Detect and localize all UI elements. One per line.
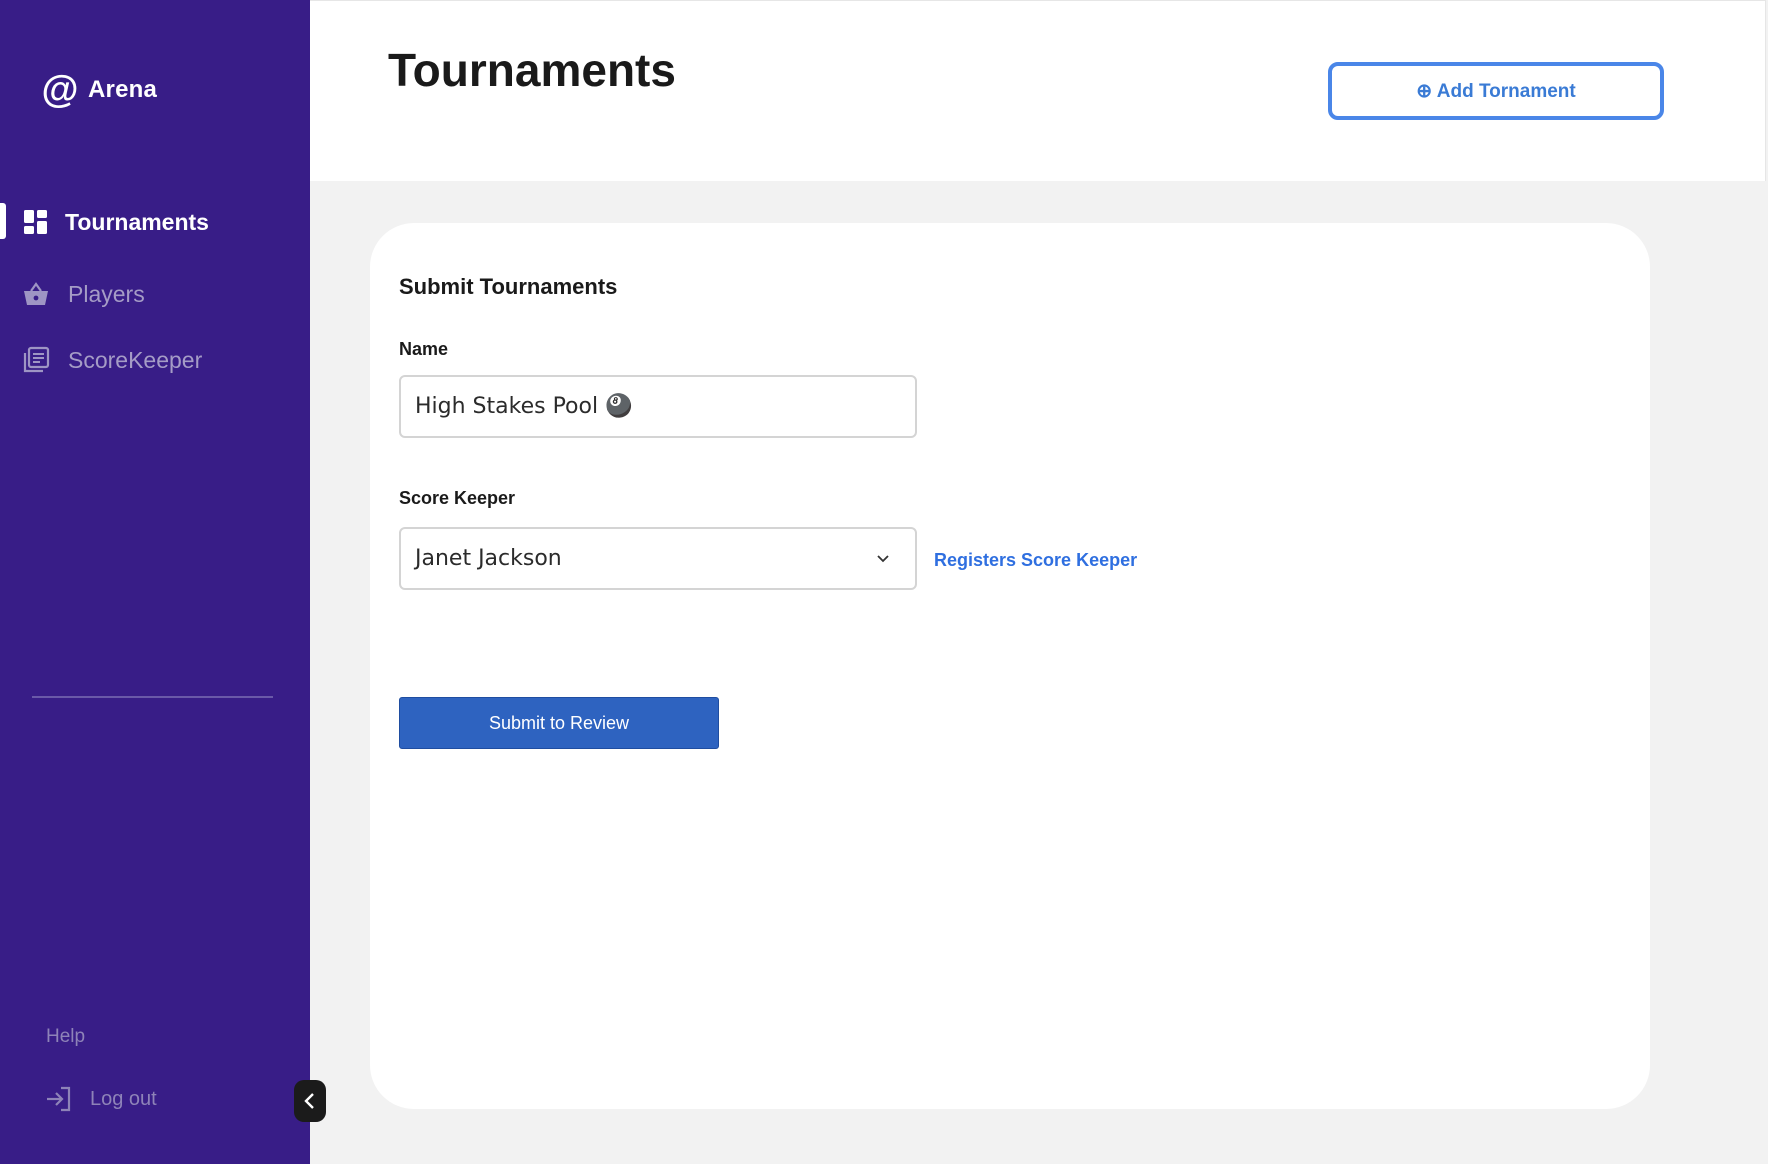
page-title: Tournaments	[388, 44, 676, 96]
dashboard-icon	[24, 210, 47, 234]
submit-tournament-card: Submit Tournaments Name High Stakes Pool…	[370, 223, 1650, 1109]
app-root: @ Arena Tournaments Players ScoreKeeper …	[0, 0, 1768, 1164]
score-keeper-selected-value: Janet Jackson	[415, 546, 562, 571]
sidebar-item-scorekeeper[interactable]: ScoreKeeper	[0, 337, 310, 383]
logout-button[interactable]: Log out	[44, 1084, 157, 1114]
basket-icon	[24, 282, 48, 305]
name-label: Name	[399, 339, 449, 359]
page-header: Tournaments ⊕ Add Tornament	[310, 0, 1766, 181]
app-logo[interactable]: @ Arena	[41, 69, 158, 111]
sidebar-item-tournaments[interactable]: Tournaments	[0, 199, 310, 245]
library-icon	[23, 346, 50, 373]
sidebar-item-players[interactable]: Players	[0, 271, 310, 317]
logout-icon	[47, 1086, 71, 1112]
app-name: Arena	[88, 76, 158, 103]
sidebar-item-label: Players	[68, 280, 145, 307]
help-link[interactable]: Help	[46, 1026, 85, 1048]
score-keeper-label: Score Keeper	[399, 488, 516, 508]
chevron-down-icon	[877, 555, 889, 563]
name-input[interactable]: High Stakes Pool 🎱	[399, 375, 917, 438]
sidebar-item-label: Tournaments	[65, 208, 209, 235]
register-score-keeper-link[interactable]: Registers Score Keeper	[934, 550, 1137, 571]
chevron-left-icon	[304, 1093, 314, 1109]
add-tournament-button[interactable]: ⊕ Add Tornament	[1328, 62, 1664, 120]
active-indicator	[0, 203, 6, 239]
card-title: Submit Tournaments	[399, 274, 618, 299]
logout-label: Log out	[90, 1087, 157, 1110]
submit-to-review-button[interactable]: Submit to Review	[399, 697, 719, 749]
sidebar-item-label: ScoreKeeper	[68, 346, 203, 373]
score-keeper-select[interactable]: Janet Jackson	[399, 527, 917, 590]
at-sign-icon: @	[41, 69, 79, 111]
collapse-sidebar-button[interactable]	[294, 1080, 326, 1122]
sidebar: @ Arena Tournaments Players ScoreKeeper …	[0, 0, 310, 1164]
sidebar-divider	[32, 696, 273, 698]
